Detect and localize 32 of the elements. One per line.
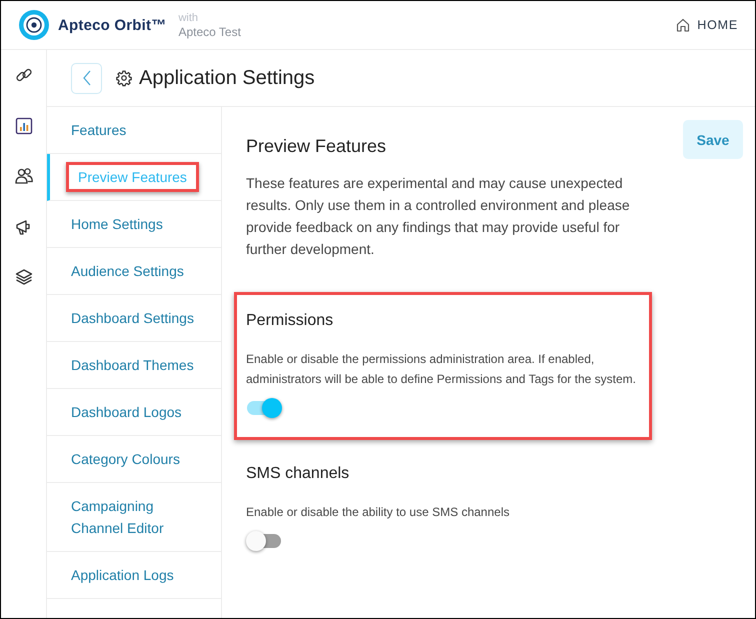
section-title: Preview Features <box>246 135 388 157</box>
nav-item[interactable]: Features <box>47 107 221 154</box>
megaphone-icon[interactable] <box>14 218 32 236</box>
nav-item[interactable]: Dashboard Themes <box>47 342 221 389</box>
chevron-left-icon <box>82 70 92 86</box>
settings-icon <box>116 70 132 86</box>
nav-item[interactable]: Application Logs <box>47 552 221 599</box>
nav-item[interactable]: Dashboard Settings <box>47 295 221 342</box>
nav-item[interactable]: Audience Settings <box>47 248 221 295</box>
toggle-switch[interactable] <box>246 398 282 418</box>
layers-icon[interactable] <box>14 268 32 286</box>
feature-title: SMS channels <box>246 464 350 484</box>
logo-icon <box>19 10 49 40</box>
nav-item[interactable]: Home Settings <box>47 201 221 248</box>
home-icon <box>676 18 690 32</box>
brand-name: Apteco Orbit™ <box>58 16 166 34</box>
nav-item[interactable]: Campaigning Channel Editor <box>47 483 221 552</box>
link-icon[interactable] <box>14 66 32 84</box>
feature-description: Enable or disable the ability to use SMS channels <box>246 504 510 521</box>
people-icon[interactable] <box>14 167 32 185</box>
toggle-switch[interactable] <box>246 531 282 551</box>
section-description: These features are experimental and may cause unexpected results. Only use them in a controlled environment and please provide feedback on any findings that may provide useful for further development. <box>246 174 631 259</box>
with-label: with <box>178 11 199 25</box>
feature-description: Enable or disable the permissions administration area. If enabled, administrators will be able to define Permissions and Tags for the system. <box>246 351 637 388</box>
page-title: Application Settings <box>139 66 315 90</box>
workspace-name: Apteco Test <box>178 25 241 39</box>
feature-title: Permissions <box>246 311 334 331</box>
home-link[interactable]: HOME <box>676 18 738 32</box>
bar-chart-icon[interactable] <box>14 116 32 134</box>
nav-item[interactable]: Category Colours <box>47 436 221 483</box>
nav-item[interactable]: Preview Features <box>47 154 221 201</box>
nav-item[interactable]: Dashboard Logos <box>47 389 221 436</box>
